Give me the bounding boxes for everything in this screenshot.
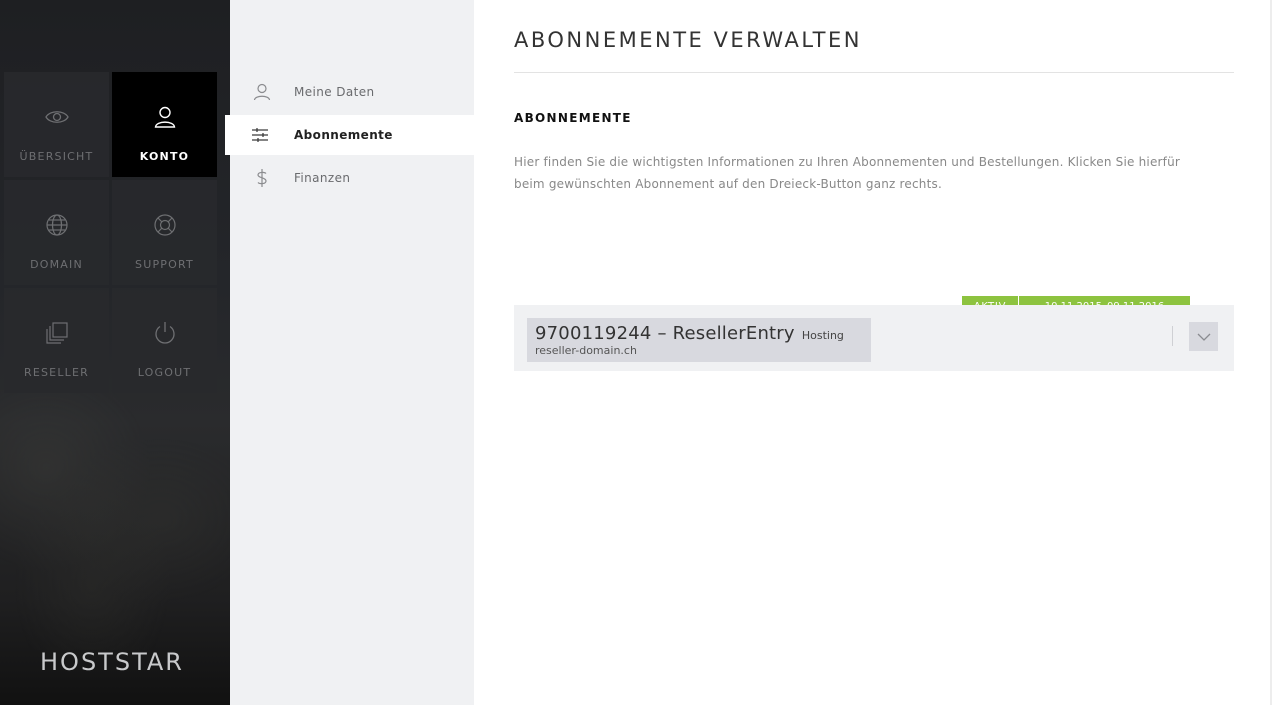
dollar-icon bbox=[230, 168, 294, 188]
account-subnav: Meine Daten Abonnemente Finanzen bbox=[225, 0, 474, 705]
subscription-info: 9700119244 – ResellerEntry Hosting resel… bbox=[527, 318, 871, 362]
copy-icon bbox=[45, 322, 68, 344]
subnav-item-label: Finanzen bbox=[294, 171, 351, 185]
sidebar-tile-label: RESELLER bbox=[24, 366, 89, 379]
description-line-1: Hier finden Sie die wichtigsten Informat… bbox=[514, 155, 1181, 169]
subscription-card: 9700119244 – ResellerEntry Hosting resel… bbox=[514, 305, 1234, 371]
sidebar-background-image bbox=[0, 390, 230, 650]
sidebar-tile-label: ÜBERSICHT bbox=[19, 150, 94, 163]
power-icon bbox=[154, 322, 175, 344]
subnav-item-finanzen[interactable]: Finanzen bbox=[230, 158, 474, 198]
subnav-item-label: Abonnemente bbox=[294, 128, 393, 142]
subnav-item-label: Meine Daten bbox=[294, 85, 375, 99]
sidebar-tile-konto[interactable]: KONTO bbox=[112, 72, 217, 177]
main-content: ABONNEMENTE VERWALTEN ABONNEMENTE Hier f… bbox=[474, 0, 1272, 705]
subnav-item-abonnemente[interactable]: Abonnemente bbox=[225, 115, 474, 155]
sidebar-tile-domain[interactable]: DOMAIN bbox=[4, 180, 109, 285]
subscription-type: Hosting bbox=[801, 329, 844, 342]
page-title: ABONNEMENTE VERWALTEN bbox=[514, 28, 862, 52]
hoststar-logo[interactable]: HOSTSTAR bbox=[40, 648, 184, 676]
globe-icon bbox=[45, 214, 68, 236]
subscription-domain: reseller-domain.ch bbox=[535, 344, 637, 357]
section-description: Hier finden Sie die wichtigsten Informat… bbox=[514, 151, 1214, 195]
sidebar-tiles: ÜBERSICHT KONTO DOMAIN SUPPORT RESELLER … bbox=[4, 72, 218, 393]
user-icon bbox=[230, 82, 294, 102]
subscription-title: 9700119244 – ResellerEntry Hosting bbox=[535, 323, 863, 344]
chevron-down-icon bbox=[1197, 333, 1210, 341]
sidebar-tile-uebersicht[interactable]: ÜBERSICHT bbox=[4, 72, 109, 177]
section-title: ABONNEMENTE bbox=[514, 111, 632, 125]
sliders-icon bbox=[225, 125, 294, 145]
sidebar-tile-logout[interactable]: LOGOUT bbox=[112, 288, 217, 393]
sidebar-tile-reseller[interactable]: RESELLER bbox=[4, 288, 109, 393]
subnav-item-meine-daten[interactable]: Meine Daten bbox=[230, 72, 474, 112]
sidebar-tile-label: KONTO bbox=[139, 150, 190, 163]
sidebar-tile-support[interactable]: SUPPORT bbox=[112, 180, 217, 285]
expand-subscription-button[interactable] bbox=[1189, 322, 1218, 351]
description-line-2: beim gewünschten Abonnement auf den Drei… bbox=[514, 177, 942, 191]
sidebar-tile-label: SUPPORT bbox=[135, 258, 194, 271]
sidebar-tile-label: DOMAIN bbox=[30, 258, 83, 271]
title-divider bbox=[514, 72, 1234, 73]
user-icon bbox=[154, 106, 175, 128]
subscription-name: 9700119244 – ResellerEntry bbox=[535, 323, 795, 344]
eye-icon bbox=[44, 111, 69, 123]
lifebuoy-icon bbox=[153, 214, 176, 236]
main-sidebar: ÜBERSICHT KONTO DOMAIN SUPPORT RESELLER … bbox=[0, 0, 230, 705]
card-divider bbox=[1172, 326, 1173, 346]
sidebar-tile-label: LOGOUT bbox=[137, 366, 192, 379]
